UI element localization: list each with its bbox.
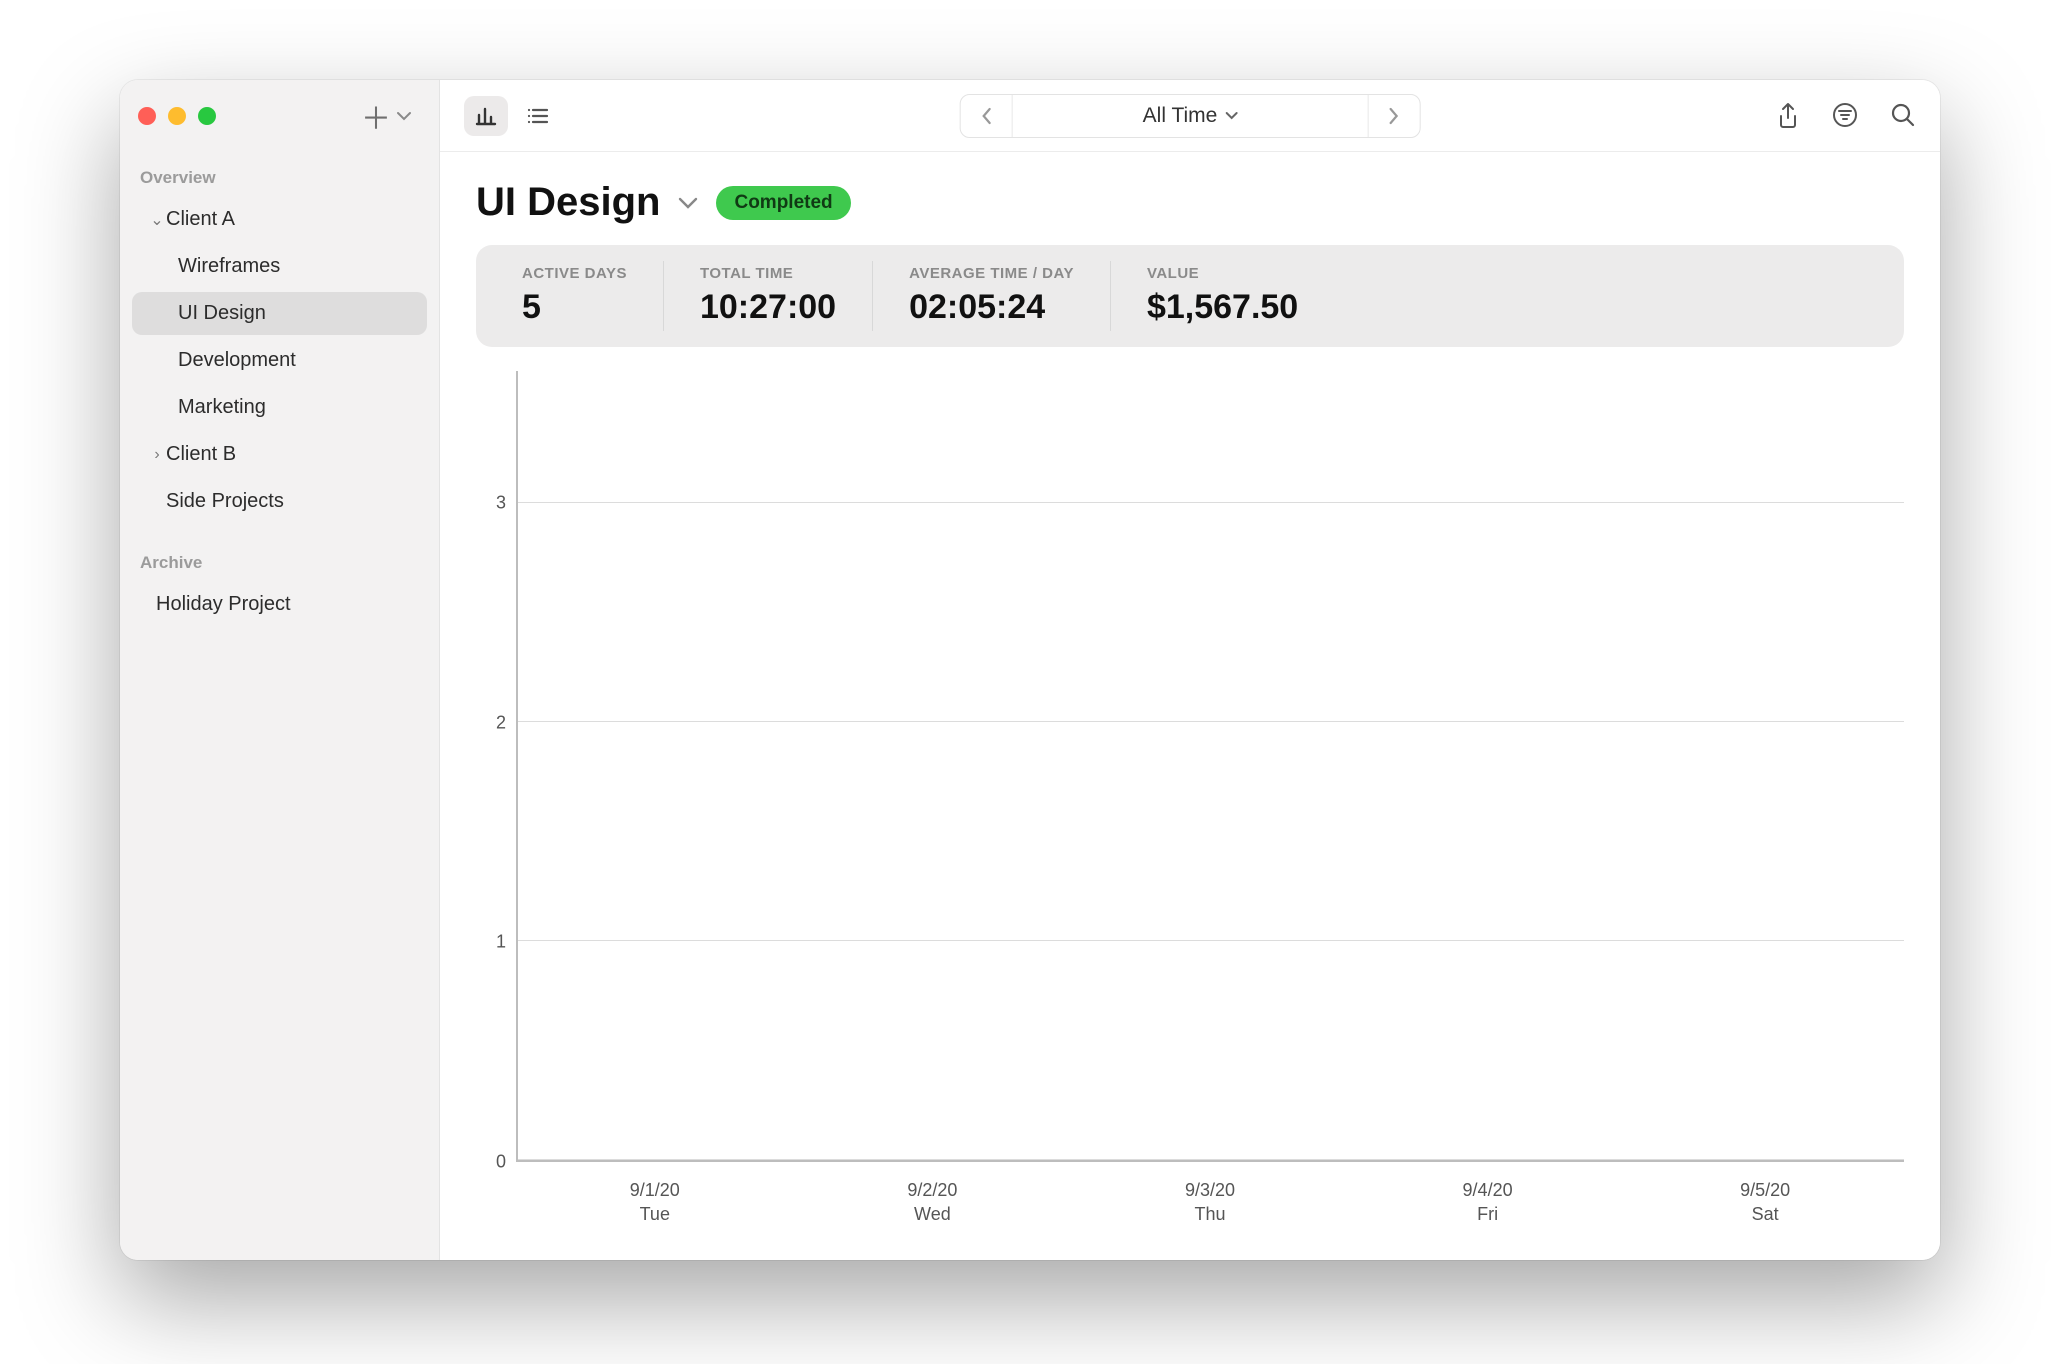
chart-x-tick: 9/1/20Tue <box>516 1170 794 1240</box>
sidebar-item-label: Wireframes <box>178 255 280 278</box>
stat-value: 02:05:24 <box>909 288 1074 327</box>
sidebar-item-label: UI Design <box>178 302 266 325</box>
chart-view-button[interactable] <box>464 96 508 136</box>
stat-active-days: ACTIVE DAYS 5 <box>486 261 664 331</box>
chart-x-tick: 9/3/20Thu <box>1071 1170 1349 1240</box>
chart-x-tick: 9/4/20Fri <box>1349 1170 1627 1240</box>
sidebar-item-holiday-project[interactable]: Holiday Project <box>132 583 427 626</box>
bar-chart-icon <box>475 106 497 126</box>
toolbar: All Time <box>440 80 1940 152</box>
stat-value: $1,567.50 <box>1147 288 1298 327</box>
chart-gridline <box>518 940 1904 941</box>
toolbar-actions <box>1776 102 1916 130</box>
chart-y-axis: 0 1 2 3 <box>476 371 516 1200</box>
plus-icon: ＋ <box>361 94 391 138</box>
app-window: ＋ Overview ⌄ Client A Wireframes UI Desi… <box>120 80 1940 1260</box>
sidebar-item-label: Development <box>178 349 296 372</box>
chart-x-tick: 9/5/20Sat <box>1626 1170 1904 1240</box>
sidebar-item-marketing[interactable]: Marketing <box>132 386 427 429</box>
stat-label: AVERAGE TIME / DAY <box>909 265 1074 282</box>
date-next-button[interactable] <box>1367 95 1419 137</box>
list-view-button[interactable] <box>516 96 560 136</box>
time-bar-chart: 0 1 2 3 9/1/20Tue9/2/20Wed9/3/20Thu9/4/20Fr… <box>476 371 1904 1240</box>
chart-plot-area <box>516 371 1904 1162</box>
sidebar-item-label: Side Projects <box>166 490 284 513</box>
chart-x-tick: 9/2/20Wed <box>794 1170 1072 1240</box>
zoom-window-button[interactable] <box>198 107 216 125</box>
sidebar-item-client-b[interactable]: › Client B <box>132 433 427 476</box>
filter-icon <box>1832 102 1858 128</box>
list-icon <box>526 106 550 126</box>
date-range-selector: All Time <box>960 94 1421 138</box>
sidebar-section-archive: Archive <box>120 537 439 581</box>
chevron-down-icon: ⌄ <box>148 210 166 230</box>
title-dropdown-button[interactable] <box>678 196 698 210</box>
stat-average-time: AVERAGE TIME / DAY 02:05:24 <box>873 261 1111 331</box>
chevron-right-icon: › <box>148 446 166 464</box>
chevron-left-icon <box>980 107 992 125</box>
share-button[interactable] <box>1776 102 1800 130</box>
stat-total-time: TOTAL TIME 10:27:00 <box>664 261 873 331</box>
sidebar: ＋ Overview ⌄ Client A Wireframes UI Desi… <box>120 80 440 1260</box>
chart-bars <box>518 371 1904 1160</box>
stat-value: 10:27:00 <box>700 288 836 327</box>
sidebar-item-label: Marketing <box>178 396 266 419</box>
chart-gridline <box>518 502 1904 503</box>
close-window-button[interactable] <box>138 107 156 125</box>
chart-y-tick: 1 <box>496 932 506 953</box>
page-title: UI Design <box>476 180 660 225</box>
chart-gridline <box>518 721 1904 722</box>
search-icon <box>1890 102 1916 128</box>
search-button[interactable] <box>1890 102 1916 130</box>
stat-label: TOTAL TIME <box>700 265 836 282</box>
sidebar-item-development[interactable]: Development <box>132 339 427 382</box>
minimize-window-button[interactable] <box>168 107 186 125</box>
view-toggle <box>464 96 560 136</box>
chevron-down-icon <box>397 111 411 121</box>
chart-gridline <box>518 1159 1904 1160</box>
sidebar-item-wireframes[interactable]: Wireframes <box>132 245 427 288</box>
stat-value: 5 <box>522 288 627 327</box>
chart-y-tick: 3 <box>496 492 506 513</box>
chart-x-axis: 9/1/20Tue9/2/20Wed9/3/20Thu9/4/20Fri9/5/… <box>516 1170 1904 1240</box>
sidebar-item-ui-design[interactable]: UI Design <box>132 292 427 335</box>
share-icon <box>1776 102 1800 130</box>
chart-y-tick: 0 <box>496 1152 506 1173</box>
window-controls <box>138 107 216 125</box>
date-range-label: All Time <box>1143 104 1218 128</box>
chart-y-tick: 2 <box>496 712 506 733</box>
filter-button[interactable] <box>1832 102 1858 130</box>
sidebar-section-overview: Overview <box>120 152 439 196</box>
date-prev-button[interactable] <box>961 95 1013 137</box>
stat-label: ACTIVE DAYS <box>522 265 627 282</box>
page-header: UI Design Completed <box>440 152 1940 245</box>
chevron-right-icon <box>1388 107 1400 125</box>
date-range-button[interactable]: All Time <box>1013 95 1368 137</box>
chart-container: 0 1 2 3 9/1/20Tue9/2/20Wed9/3/20Thu9/4/20Fr… <box>440 371 1940 1260</box>
stat-value: VALUE $1,567.50 <box>1111 261 1334 331</box>
status-badge: Completed <box>716 186 850 220</box>
sidebar-item-client-a[interactable]: ⌄ Client A <box>132 198 427 241</box>
sidebar-item-label: Client B <box>166 443 236 466</box>
sidebar-item-label: Client A <box>166 208 235 231</box>
window-titlebar: ＋ <box>120 80 439 152</box>
stats-panel: ACTIVE DAYS 5 TOTAL TIME 10:27:00 AVERAG… <box>476 245 1904 347</box>
chevron-down-icon <box>1225 111 1237 120</box>
main-content: All Time UI Design <box>440 80 1940 1260</box>
sidebar-item-label: Holiday Project <box>156 593 291 616</box>
stat-label: VALUE <box>1147 265 1298 282</box>
sidebar-item-side-projects[interactable]: Side Projects <box>132 480 427 523</box>
add-button[interactable]: ＋ <box>351 90 421 142</box>
